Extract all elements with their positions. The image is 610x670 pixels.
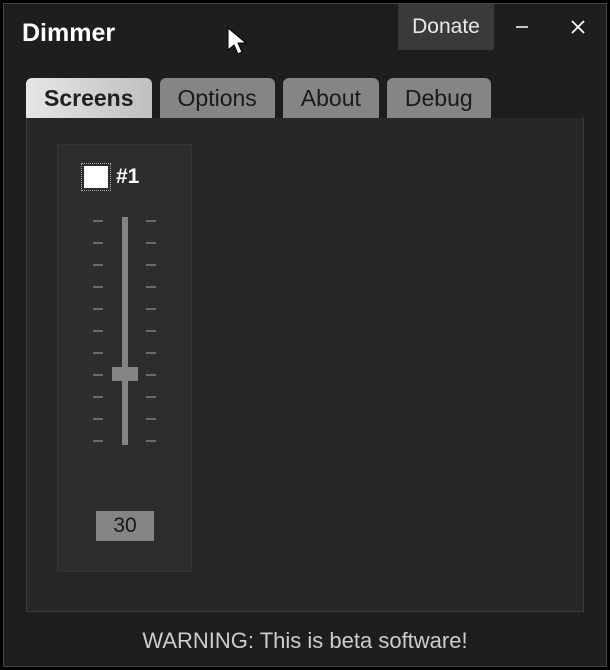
donate-button[interactable]: Donate (398, 4, 494, 50)
tab-screens[interactable]: Screens (26, 78, 152, 118)
slider-ticks-left (93, 220, 103, 442)
tab-about[interactable]: About (283, 78, 379, 118)
screen-toggle-row: #1 (84, 165, 139, 189)
brightness-value-input[interactable]: 30 (96, 511, 154, 541)
app-title: Dimmer (22, 19, 115, 48)
titlebar: Dimmer Donate (4, 4, 606, 62)
tab-debug[interactable]: Debug (387, 78, 491, 118)
minimize-button[interactable] (494, 4, 550, 50)
app-window: Dimmer Donate Screens Options About Debu… (3, 3, 607, 667)
screen-label: #1 (116, 165, 139, 189)
screen-enable-checkbox[interactable] (84, 166, 108, 188)
tab-content: #1 30 (26, 118, 584, 612)
slider-thumb[interactable] (112, 367, 138, 381)
tab-options[interactable]: Options (160, 78, 275, 118)
brightness-slider[interactable] (58, 217, 191, 457)
screen-control-panel: #1 30 (57, 144, 192, 572)
minimize-icon (514, 19, 530, 35)
slider-ticks-right (146, 220, 156, 442)
close-icon (569, 18, 587, 36)
slider-track[interactable] (122, 217, 128, 445)
tab-bar: Screens Options About Debug (4, 78, 606, 118)
footer-warning: WARNING: This is beta software! (4, 628, 606, 654)
close-button[interactable] (550, 4, 606, 50)
